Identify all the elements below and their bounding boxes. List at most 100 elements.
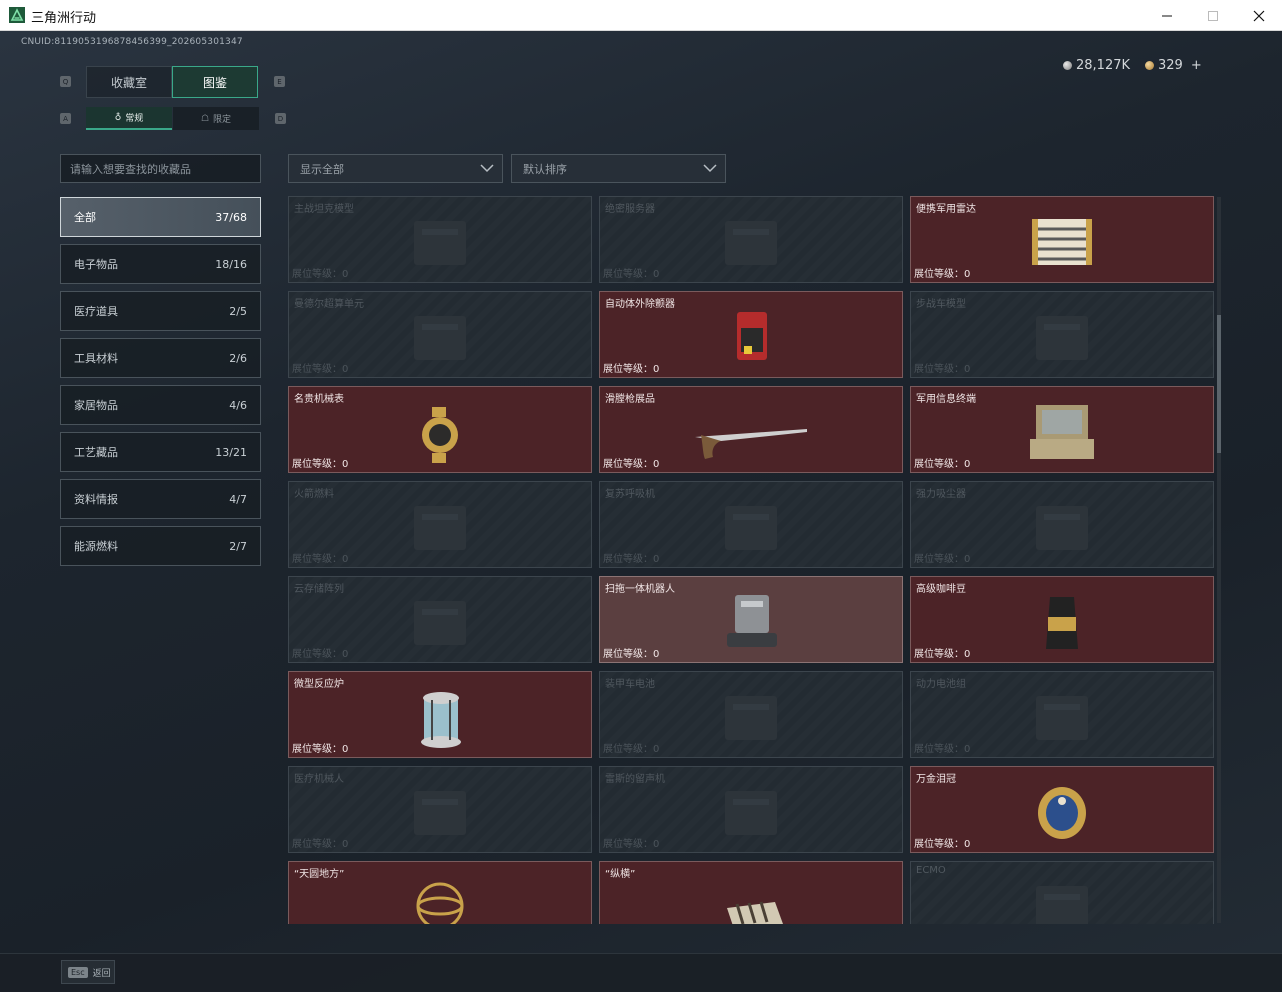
chevron-down-icon bbox=[703, 164, 717, 173]
category-item[interactable]: 工艺藏品 13/21 bbox=[60, 432, 261, 472]
filter-dropdown[interactable]: 显示全部 bbox=[288, 154, 503, 183]
collectible-card[interactable]: 曼德尔超算单元 展位等级：0 bbox=[288, 291, 592, 378]
category-item[interactable]: 全部 37/68 bbox=[60, 197, 261, 237]
collectible-name: “天圆地方” bbox=[294, 869, 345, 880]
collectible-card[interactable]: 强力吸尘器 展位等级：0 bbox=[910, 481, 1214, 568]
display-level: 展位等级：0 bbox=[603, 649, 660, 660]
collectible-card[interactable]: “天圆地方” bbox=[288, 861, 592, 924]
silver-currency: 28,127K bbox=[1063, 58, 1130, 73]
rocket-fuel-icon bbox=[380, 492, 500, 564]
category-label: 能源燃料 bbox=[74, 540, 118, 553]
tab-limited-label: 限定 bbox=[213, 115, 232, 125]
collectible-card[interactable]: 高级咖啡豆 展位等级：0 bbox=[910, 576, 1214, 663]
collectible-name: 强力吸尘器 bbox=[916, 489, 966, 500]
game-viewport: CNUID:8119053196878456399_202605301347 2… bbox=[0, 31, 1282, 992]
collectible-card[interactable]: 装甲车电池 展位等级：0 bbox=[599, 671, 903, 758]
battery-icon bbox=[691, 682, 811, 754]
category-label: 全部 bbox=[74, 211, 96, 224]
collectible-card[interactable]: 名贵机械表 展位等级：0 bbox=[288, 386, 592, 473]
category-item[interactable]: 电子物品 18/16 bbox=[60, 244, 261, 284]
tab-regular-label: 常规 bbox=[125, 114, 144, 124]
collectible-card[interactable]: 医疗机械人 展位等级：0 bbox=[288, 766, 592, 853]
collectible-name: ECMO bbox=[916, 865, 946, 876]
collectible-name: 绝密服务器 bbox=[605, 204, 655, 215]
display-level: 展位等级：0 bbox=[292, 649, 349, 660]
tab-collection-room[interactable]: 收藏室 bbox=[86, 66, 172, 98]
robot-vacuum-icon bbox=[691, 587, 811, 659]
category-count: 4/6 bbox=[229, 398, 247, 412]
tab-limited[interactable]: ☖ 限定 bbox=[173, 107, 259, 130]
regular-icon: ♁ bbox=[114, 112, 122, 123]
maximize-icon bbox=[1208, 10, 1218, 21]
display-level: 展位等级：0 bbox=[292, 554, 349, 565]
category-count: 37/68 bbox=[215, 210, 247, 224]
tab-codex[interactable]: 图鉴 bbox=[172, 66, 258, 98]
collectible-name: 动力电池组 bbox=[916, 679, 966, 690]
display-level: 展位等级：0 bbox=[292, 364, 349, 375]
tab-regular[interactable]: ♁ 常规 bbox=[86, 107, 172, 130]
server-icon bbox=[691, 207, 811, 279]
battery-pack-icon bbox=[1002, 682, 1122, 754]
collectible-card[interactable]: 复苏呼吸机 展位等级：0 bbox=[599, 481, 903, 568]
collectible-card[interactable]: 绝密服务器 展位等级：0 bbox=[599, 196, 903, 283]
collectible-name: 主战坦克模型 bbox=[294, 204, 354, 215]
category-label: 家居物品 bbox=[74, 399, 118, 412]
search-input[interactable]: 请输入想要查找的收藏品 bbox=[60, 154, 261, 183]
collectible-card[interactable]: 微型反应炉 展位等级：0 bbox=[288, 671, 592, 758]
display-level: 展位等级：0 bbox=[292, 744, 349, 755]
sort-value: 默认排序 bbox=[523, 162, 567, 176]
category-count: 18/16 bbox=[215, 257, 247, 271]
category-item[interactable]: 能源燃料 2/7 bbox=[60, 526, 261, 566]
collectible-card[interactable]: 云存储阵列 展位等级：0 bbox=[288, 576, 592, 663]
collectible-name: 名贵机械表 bbox=[294, 394, 344, 405]
sort-dropdown[interactable]: 默认排序 bbox=[511, 154, 726, 183]
minimize-button[interactable] bbox=[1144, 0, 1190, 31]
collectible-card[interactable]: 火箭燃料 展位等级：0 bbox=[288, 481, 592, 568]
key-hint-q: Q bbox=[60, 76, 71, 87]
category-item[interactable]: 工具材料 2/6 bbox=[60, 338, 261, 378]
collectible-card[interactable]: 自动体外除颤器 展位等级：0 bbox=[599, 291, 903, 378]
chessboard-icon bbox=[691, 872, 811, 924]
collectible-card[interactable]: ECMO bbox=[910, 861, 1214, 924]
collectible-name: 高级咖啡豆 bbox=[916, 584, 966, 595]
category-item[interactable]: 家居物品 4/6 bbox=[60, 385, 261, 425]
musket-icon bbox=[691, 397, 811, 469]
collectible-card[interactable]: 动力电池组 展位等级：0 bbox=[910, 671, 1214, 758]
display-level: 展位等级：0 bbox=[914, 364, 971, 375]
back-button[interactable]: Esc 返回 bbox=[61, 960, 115, 984]
collectible-name: 滑膛枪展品 bbox=[605, 394, 655, 405]
player-uid: CNUID:8119053196878456399_202605301347 bbox=[21, 37, 243, 47]
medical-robot-icon bbox=[380, 777, 500, 849]
grid-scrollbar[interactable] bbox=[1217, 197, 1221, 923]
back-label: 返回 bbox=[92, 968, 111, 979]
display-level: 展位等级：0 bbox=[914, 839, 971, 850]
collectible-card[interactable]: 扫拖一体机器人 展位等级：0 bbox=[599, 576, 903, 663]
category-label: 医疗道具 bbox=[74, 305, 118, 318]
display-level: 展位等级：0 bbox=[292, 269, 349, 280]
key-hint-a: A bbox=[60, 113, 71, 124]
category-item[interactable]: 医疗道具 2/5 bbox=[60, 291, 261, 331]
collectible-card[interactable]: 步战车模型 展位等级：0 bbox=[910, 291, 1214, 378]
collectible-card[interactable]: 主战坦克模型 展位等级：0 bbox=[288, 196, 592, 283]
category-label: 工艺藏品 bbox=[74, 446, 118, 459]
collectible-name: 军用信息终端 bbox=[916, 394, 976, 405]
add-currency-button[interactable]: + bbox=[1191, 58, 1202, 73]
limited-icon: ☖ bbox=[200, 113, 210, 124]
category-count: 4/7 bbox=[229, 492, 247, 506]
collectible-card[interactable]: 便携军用雷达 展位等级：0 bbox=[910, 196, 1214, 283]
collectible-card[interactable]: 军用信息终端 展位等级：0 bbox=[910, 386, 1214, 473]
close-button[interactable] bbox=[1236, 0, 1282, 31]
collectible-card[interactable]: 万金泪冠 展位等级：0 bbox=[910, 766, 1214, 853]
collectible-card[interactable]: 滑膛枪展品 展位等级：0 bbox=[599, 386, 903, 473]
gold-currency[interactable]: 329 + bbox=[1145, 58, 1202, 73]
collectible-name: 医疗机械人 bbox=[294, 774, 344, 785]
category-item[interactable]: 资料情报 4/7 bbox=[60, 479, 261, 519]
collectible-card[interactable]: “纵横” bbox=[599, 861, 903, 924]
scrollbar-thumb[interactable] bbox=[1217, 315, 1221, 453]
terminal-icon bbox=[1002, 397, 1122, 469]
maximize-button[interactable] bbox=[1190, 0, 1236, 31]
collectible-card[interactable]: 雷斯的留声机 展位等级：0 bbox=[599, 766, 903, 853]
gramophone-icon bbox=[691, 777, 811, 849]
defibrillator-icon bbox=[691, 302, 811, 374]
silver-coin-icon bbox=[1063, 61, 1072, 70]
